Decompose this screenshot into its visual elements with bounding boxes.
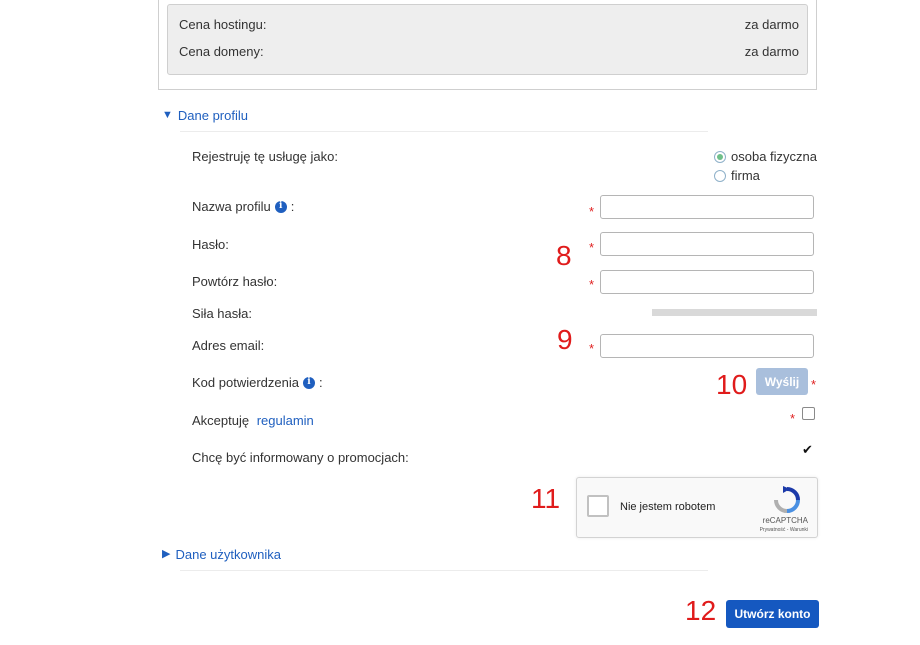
send-code-button[interactable]: Wyślij xyxy=(756,368,808,395)
repeat-password-input[interactable] xyxy=(600,270,814,294)
terms-label: Akceptuję regulamin xyxy=(192,413,314,428)
required-star: * xyxy=(790,411,796,426)
profile-name-colon: : xyxy=(290,199,295,214)
confirmation-code-colon: : xyxy=(318,375,323,390)
repeat-password-text: Powtórz hasło: xyxy=(192,274,278,289)
callout-number: 10 xyxy=(716,369,748,400)
user-section-label: Dane użytkownika xyxy=(175,547,281,562)
terms-prefix-text: Akceptuję xyxy=(192,413,253,428)
terms-checkbox[interactable] xyxy=(802,407,815,420)
email-label: Adres email: xyxy=(192,338,264,353)
promotions-checkbox[interactable]: ✔ xyxy=(801,444,814,457)
confirmation-code-text: Kod potwierdzenia xyxy=(192,375,299,390)
hosting-price-label: Cena hostingu: xyxy=(179,16,267,32)
radio-individual-label: osoba fizyczna xyxy=(731,149,817,164)
required-star: * xyxy=(811,377,817,392)
terms-link[interactable]: regulamin xyxy=(257,413,314,428)
hosting-price-row: Cena hostingu: za darmo xyxy=(179,15,799,33)
password-strength-text: Siła hasła: xyxy=(192,306,252,321)
recaptcha-links[interactable]: Prywatność - Warunki xyxy=(760,527,808,533)
register-as-label: Rejestruję tę usługę jako: xyxy=(192,149,338,164)
checkmark-icon: ✔ xyxy=(802,443,813,458)
user-section-toggle[interactable]: ▶ Dane użytkownika xyxy=(162,547,281,562)
required-star: * xyxy=(589,240,595,255)
profile-name-input[interactable] xyxy=(600,195,814,219)
recaptcha-widget: Nie jestem robotem reCAPTCHA Prywatność … xyxy=(576,477,818,538)
profile-section-toggle[interactable]: ▼ Dane profilu xyxy=(162,108,248,123)
callout-number: 8 xyxy=(556,240,572,271)
recaptcha-brand: reCAPTCHA xyxy=(762,516,808,525)
promotions-label: Chcę być informowany o promocjach: xyxy=(192,450,409,465)
password-strength-label: Siła hasła: xyxy=(192,306,252,321)
required-star: * xyxy=(589,341,595,356)
recaptcha-logo-icon xyxy=(774,486,800,513)
triangle-right-icon: ▶ xyxy=(162,548,171,560)
repeat-password-label: Powtórz hasło: xyxy=(192,274,277,289)
radio-individual[interactable]: osoba fizyczna xyxy=(714,149,817,164)
required-star: * xyxy=(589,277,595,292)
password-input[interactable] xyxy=(600,232,814,256)
required-star: * xyxy=(589,204,595,219)
profile-name-text: Nazwa profilu xyxy=(192,199,271,214)
info-icon[interactable]: i xyxy=(302,376,315,389)
promotions-text: Chcę być informowany o promocjach: xyxy=(192,450,409,465)
create-account-button[interactable]: Utwórz konto xyxy=(726,600,819,628)
password-label: Hasło: xyxy=(192,237,229,252)
triangle-down-icon: ▼ xyxy=(162,109,173,121)
password-text: Hasło: xyxy=(192,237,229,252)
register-as-text: Rejestruję tę usługę jako: xyxy=(192,149,338,164)
section-divider xyxy=(180,131,708,132)
domain-price-label: Cena domeny: xyxy=(179,43,264,59)
confirmation-code-label: Kod potwierdzenia i: xyxy=(192,375,323,390)
domain-price-value: za darmo xyxy=(744,43,799,59)
password-strength-bar xyxy=(652,309,817,316)
recaptcha-label: Nie jestem robotem xyxy=(620,501,716,513)
radio-company-input[interactable] xyxy=(714,169,726,182)
section-divider xyxy=(180,570,708,571)
radio-company-label: firma xyxy=(731,168,760,183)
radio-individual-input[interactable] xyxy=(714,150,726,163)
profile-section-label: Dane profilu xyxy=(177,108,248,123)
callout-number: 11 xyxy=(531,483,561,514)
profile-name-label: Nazwa profilu i: xyxy=(192,199,294,214)
email-input[interactable] xyxy=(600,334,814,358)
domain-price-row: Cena domeny: za darmo xyxy=(179,42,799,60)
recaptcha-checkbox[interactable] xyxy=(587,495,609,517)
info-icon[interactable]: i xyxy=(274,200,287,213)
hosting-price-value: za darmo xyxy=(744,16,799,32)
email-text: Adres email: xyxy=(192,338,265,353)
radio-company[interactable]: firma xyxy=(714,168,760,183)
callout-number: 9 xyxy=(557,324,573,355)
callout-number: 12 xyxy=(685,595,717,626)
